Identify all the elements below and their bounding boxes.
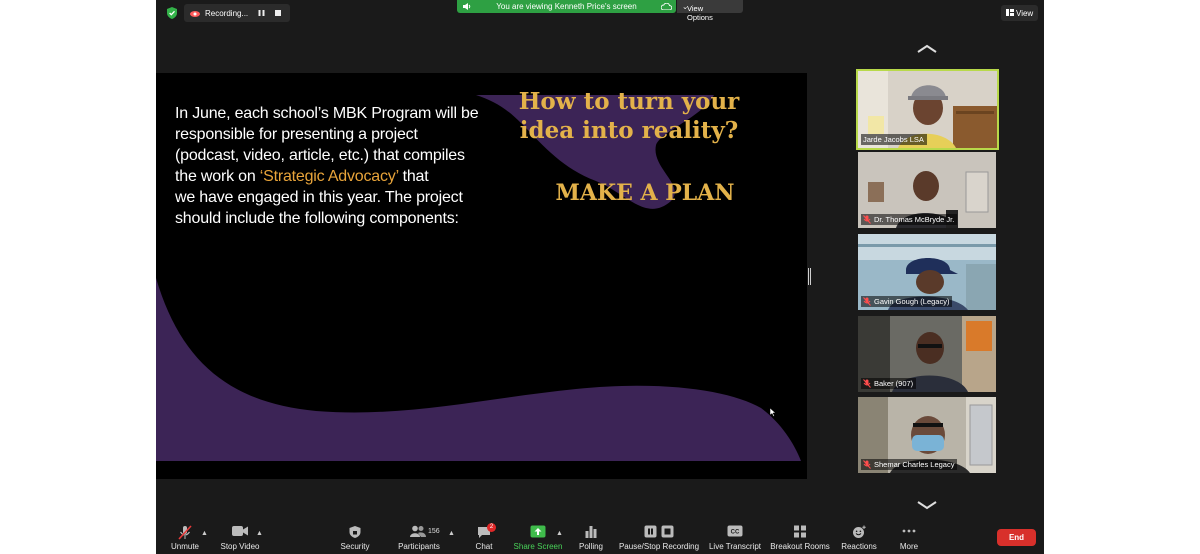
participants-count: 156 bbox=[428, 528, 440, 535]
muted-microphone-icon bbox=[863, 297, 871, 306]
slide-heading-line: How to turn your bbox=[518, 88, 740, 115]
pause-stop-recording-button[interactable]: Pause/Stop Recording bbox=[617, 520, 701, 554]
muted-microphone-icon bbox=[863, 460, 871, 469]
live-transcript-label: Live Transcript bbox=[708, 542, 762, 551]
meeting-toolbar: Unmute ▲ Stop Video ▲ Security 156 Parti… bbox=[156, 520, 1044, 554]
participant-name-label: Gavin Gough (Legacy) bbox=[861, 296, 953, 307]
slide-body-line: In June, each school’s MBK Program will … bbox=[175, 105, 479, 122]
slide-body-line: the work on ‘Strategic Advocacy’ that bbox=[175, 168, 429, 185]
unmute-button[interactable]: Unmute bbox=[162, 520, 208, 554]
pause-recording-icon[interactable] bbox=[258, 10, 265, 16]
closed-caption-icon: CC bbox=[727, 525, 743, 537]
viewing-banner-text: You are viewing Kenneth Price's screen bbox=[496, 2, 637, 11]
participants-button[interactable]: 156 Participants bbox=[396, 520, 442, 554]
slide-body-text: In June, each school’s MBK Program will … bbox=[175, 103, 480, 229]
view-options-button[interactable]: View Options ⌄ bbox=[677, 0, 743, 22]
participant-name-label: Shemar Charles Legacy bbox=[861, 459, 958, 470]
viewing-screen-banner: You are viewing Kenneth Price's screen bbox=[457, 0, 676, 13]
audio-options-caret-icon[interactable]: ▲ bbox=[201, 530, 208, 537]
unmute-label: Unmute bbox=[170, 542, 199, 551]
chat-label: Chat bbox=[475, 542, 493, 551]
share-screen-button[interactable]: Share Screen bbox=[511, 520, 565, 554]
participant-video-tile[interactable]: Jarde Jacobs LSA bbox=[856, 69, 999, 150]
slide-body-line: (podcast, video, article, etc.) that com… bbox=[175, 147, 465, 164]
encryption-shield-icon[interactable] bbox=[165, 6, 179, 20]
panel-resize-handle[interactable] bbox=[808, 268, 811, 285]
svg-text:CC: CC bbox=[731, 530, 740, 536]
more-button[interactable]: More bbox=[891, 520, 927, 554]
pause-stop-recording-label: Pause/Stop Recording bbox=[618, 542, 700, 551]
muted-microphone-icon bbox=[863, 379, 871, 388]
more-label: More bbox=[899, 542, 919, 551]
stop-video-button[interactable]: Stop Video bbox=[216, 520, 264, 554]
scroll-down-chevron-icon[interactable] bbox=[916, 500, 938, 510]
polling-button[interactable]: Polling bbox=[574, 520, 608, 554]
muted-microphone-icon bbox=[178, 525, 192, 540]
stop-video-label: Stop Video bbox=[220, 542, 260, 551]
pause-stop-recording-icon bbox=[644, 525, 674, 538]
participant-name-label: Jarde Jacobs LSA bbox=[861, 134, 927, 145]
view-button-label: View bbox=[1016, 9, 1034, 18]
participant-video-tile[interactable]: Shemar Charles Legacy bbox=[858, 397, 996, 473]
chat-unread-badge: 2 bbox=[487, 523, 496, 532]
security-label: Security bbox=[340, 542, 370, 551]
muted-microphone-icon bbox=[863, 215, 871, 224]
video-options-caret-icon[interactable]: ▲ bbox=[256, 530, 263, 537]
participant-name-label: Dr. Thomas McBryde Jr. bbox=[861, 214, 958, 225]
view-options-label: View Options ⌄ bbox=[682, 2, 713, 22]
participant-video-tile[interactable]: Dr. Thomas McBryde Jr. bbox=[858, 152, 996, 228]
slide-body-line: responsible for presenting a project bbox=[175, 126, 418, 143]
slide-heading: How to turn your idea into reality? bbox=[486, 87, 772, 145]
polling-label: Polling bbox=[578, 542, 603, 551]
breakout-rooms-label: Breakout Rooms bbox=[770, 542, 830, 551]
participants-label: Participants bbox=[398, 542, 440, 551]
slide-call-to-action: MAKE A PLAN bbox=[555, 180, 735, 206]
participant-video-tile[interactable]: Baker (907) bbox=[858, 316, 996, 392]
share-screen-label: Share Screen bbox=[513, 542, 563, 551]
recording-indicator: Recording... bbox=[184, 4, 290, 22]
participant-name-label: Baker (907) bbox=[861, 378, 917, 389]
reactions-label: Reactions bbox=[841, 542, 877, 551]
cloud-recording-icon bbox=[190, 10, 200, 17]
breakout-rooms-button[interactable]: Breakout Rooms bbox=[769, 520, 831, 554]
slide-bottom-bar bbox=[156, 461, 807, 479]
end-meeting-button[interactable]: End bbox=[997, 529, 1036, 546]
reactions-button[interactable]: Reactions bbox=[838, 520, 880, 554]
mouse-cursor-icon bbox=[770, 408, 776, 417]
grid-view-icon bbox=[1006, 9, 1014, 16]
slide-body-line: should include the following components: bbox=[175, 210, 459, 227]
slide-body-line: we have engaged in this year. The projec… bbox=[175, 189, 463, 206]
zoom-meeting-window: Recording... You are viewing Kenneth Pri… bbox=[156, 0, 1044, 554]
slide-heading-line: idea into reality? bbox=[519, 117, 739, 144]
scroll-up-chevron-icon[interactable] bbox=[916, 44, 938, 54]
security-shield-icon bbox=[349, 526, 361, 538]
recording-label: Recording... bbox=[205, 8, 249, 18]
participants-options-caret-icon[interactable]: ▲ bbox=[448, 530, 455, 537]
stop-recording-icon[interactable] bbox=[275, 10, 281, 16]
share-options-caret-icon[interactable]: ▲ bbox=[556, 530, 563, 537]
video-camera-icon bbox=[232, 526, 248, 536]
polling-bar-chart-icon bbox=[585, 526, 597, 538]
participant-video-tile[interactable]: Gavin Gough (Legacy) bbox=[858, 234, 996, 310]
reactions-smiley-icon bbox=[853, 525, 866, 538]
live-transcript-button[interactable]: CC Live Transcript bbox=[707, 520, 763, 554]
more-ellipsis-icon bbox=[902, 529, 916, 533]
strategic-advocacy-highlight: ‘Strategic Advocacy’ bbox=[259, 168, 399, 185]
participants-people-icon bbox=[410, 525, 426, 537]
chat-button[interactable]: 2 Chat bbox=[466, 520, 502, 554]
cloud-icon bbox=[661, 3, 672, 10]
share-screen-arrow-icon bbox=[530, 525, 546, 538]
security-button[interactable]: Security bbox=[336, 520, 374, 554]
view-button[interactable]: View bbox=[1001, 5, 1038, 21]
breakout-rooms-grid-icon bbox=[794, 525, 806, 538]
